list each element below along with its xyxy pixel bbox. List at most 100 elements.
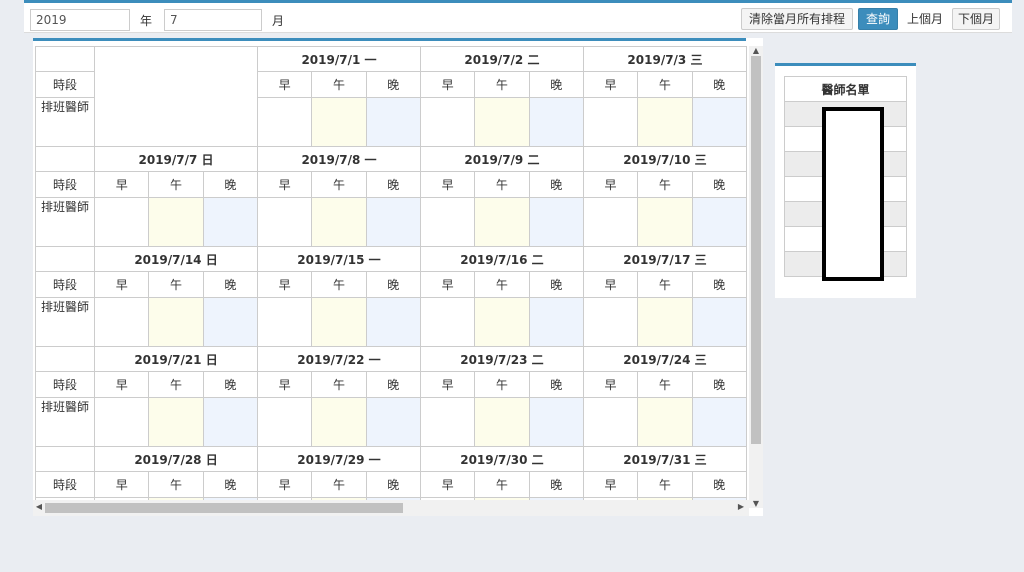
schedule-slot[interactable] bbox=[256, 197, 313, 247]
schedule-slot[interactable] bbox=[148, 197, 204, 247]
schedule-slot[interactable] bbox=[202, 397, 259, 447]
schedule-slot[interactable] bbox=[691, 197, 747, 247]
day-date-header: 2019/7/7 日 bbox=[94, 146, 258, 172]
schedule-slot[interactable] bbox=[148, 397, 204, 447]
clear-month-schedule-button[interactable]: 清除當月所有排程 bbox=[741, 8, 853, 30]
horizontal-scrollbar[interactable]: ◀ ▶ bbox=[33, 500, 749, 516]
schedule-slot[interactable] bbox=[528, 97, 584, 147]
schedule-slot[interactable] bbox=[256, 297, 313, 347]
schedule-slot[interactable] bbox=[474, 97, 530, 147]
shift-header: 午 bbox=[148, 171, 204, 198]
date-row: 2019/7/7 日 2019/7/8 一 2019/7/9 二 2019/7/10 … bbox=[35, 146, 747, 172]
doctor-list-panel: 醫師名單 bbox=[775, 63, 916, 298]
prev-month-button[interactable]: 上個月 bbox=[902, 8, 948, 30]
doctor-label: 排班醫師 bbox=[35, 97, 96, 147]
schedule-slot[interactable] bbox=[419, 97, 476, 147]
year-unit-label: 年 bbox=[140, 14, 153, 28]
year-input[interactable]: 2019 bbox=[30, 9, 130, 31]
doctor-label: 排班醫師 bbox=[35, 197, 96, 247]
schedule-slot[interactable] bbox=[311, 297, 367, 347]
shift-header: 早 bbox=[94, 271, 150, 298]
shift-header: 早 bbox=[582, 471, 639, 498]
shift-header: 早 bbox=[582, 371, 639, 398]
schedule-slot[interactable] bbox=[528, 197, 584, 247]
date-row: 2019/7/21 日 2019/7/22 一 2019/7/23 二 2019/7/… bbox=[35, 346, 747, 372]
shift-header: 早 bbox=[94, 471, 150, 498]
schedule-slot[interactable] bbox=[637, 397, 693, 447]
period-label: 時段 bbox=[35, 171, 96, 198]
shift-header: 早 bbox=[419, 271, 476, 298]
schedule-slot[interactable] bbox=[94, 397, 150, 447]
schedule-slot[interactable] bbox=[528, 297, 584, 347]
shift-header: 晚 bbox=[202, 471, 259, 498]
schedule-slot[interactable] bbox=[419, 397, 476, 447]
schedule-slot[interactable] bbox=[528, 397, 584, 447]
shift-row: 時段早午晚早午晚早午晚早午晚 bbox=[35, 271, 747, 298]
shift-header: 午 bbox=[311, 71, 367, 98]
scroll-right-icon[interactable]: ▶ bbox=[735, 502, 747, 511]
schedule-slot[interactable] bbox=[474, 197, 530, 247]
schedule-slot[interactable] bbox=[311, 397, 367, 447]
schedule-slot[interactable] bbox=[582, 97, 639, 147]
schedule-slot[interactable] bbox=[637, 97, 693, 147]
schedule-slot[interactable] bbox=[637, 197, 693, 247]
horizontal-scroll-thumb[interactable] bbox=[45, 503, 403, 513]
shift-header: 晚 bbox=[691, 71, 747, 98]
schedule-slot[interactable] bbox=[365, 397, 421, 447]
doctor-row: 排班醫師 bbox=[35, 397, 747, 447]
schedule-slot[interactable] bbox=[637, 297, 693, 347]
schedule-slot[interactable] bbox=[311, 97, 367, 147]
vertical-scroll-thumb[interactable] bbox=[751, 56, 761, 444]
schedule-slot[interactable] bbox=[691, 297, 747, 347]
period-label: 時段 bbox=[35, 271, 96, 298]
scroll-up-icon[interactable]: ▲ bbox=[749, 46, 763, 55]
panel-accent-line bbox=[33, 38, 746, 41]
schedule-slot[interactable] bbox=[202, 297, 259, 347]
shift-header: 午 bbox=[148, 471, 204, 498]
schedule-viewport: 2019/7/1 一 2019/7/2 二 2019/7/3 三時段早午晚早午晚早午… bbox=[35, 46, 747, 500]
schedule-slot[interactable] bbox=[582, 397, 639, 447]
day-date-header: 2019/7/3 三 bbox=[582, 46, 747, 72]
day-date-header: 2019/7/17 三 bbox=[582, 246, 747, 272]
schedule-slot[interactable] bbox=[691, 97, 747, 147]
schedule-slot[interactable] bbox=[256, 97, 313, 147]
day-date-header: 2019/7/9 二 bbox=[419, 146, 584, 172]
shift-header: 早 bbox=[582, 171, 639, 198]
shift-header: 晚 bbox=[691, 471, 747, 498]
month-unit-label: 月 bbox=[272, 14, 285, 28]
schedule-slot[interactable] bbox=[474, 297, 530, 347]
schedule-slot[interactable] bbox=[94, 197, 150, 247]
corner-cell bbox=[35, 146, 96, 172]
schedule-slot[interactable] bbox=[419, 297, 476, 347]
day-date-header: 2019/7/2 二 bbox=[419, 46, 584, 72]
schedule-slot[interactable] bbox=[365, 97, 421, 147]
schedule-slot[interactable] bbox=[148, 297, 204, 347]
shift-header: 早 bbox=[419, 471, 476, 498]
schedule-slot[interactable] bbox=[94, 297, 150, 347]
day-date-header: 2019/7/8 一 bbox=[257, 146, 421, 172]
next-month-button[interactable]: 下個月 bbox=[952, 8, 1000, 30]
schedule-slot[interactable] bbox=[365, 197, 421, 247]
vertical-scrollbar[interactable]: ▲ ▼ bbox=[749, 46, 763, 508]
scroll-left-icon[interactable]: ◀ bbox=[33, 502, 45, 511]
schedule-slot[interactable] bbox=[202, 197, 259, 247]
doctor-list-title: 醫師名單 bbox=[784, 76, 907, 102]
day-date-header: 2019/7/23 二 bbox=[419, 346, 584, 372]
query-button[interactable]: 查詢 bbox=[858, 8, 898, 30]
schedule-slot[interactable] bbox=[311, 197, 367, 247]
schedule-slot[interactable] bbox=[582, 197, 639, 247]
corner-cell bbox=[35, 446, 96, 472]
schedule-slot[interactable] bbox=[365, 297, 421, 347]
shift-header: 午 bbox=[637, 71, 693, 98]
shift-header: 早 bbox=[256, 171, 313, 198]
shift-header: 午 bbox=[637, 371, 693, 398]
scroll-down-icon[interactable]: ▼ bbox=[749, 499, 763, 508]
schedule-slot[interactable] bbox=[474, 397, 530, 447]
shift-header: 晚 bbox=[202, 171, 259, 198]
schedule-slot[interactable] bbox=[582, 297, 639, 347]
shift-header: 午 bbox=[474, 471, 530, 498]
month-input[interactable]: 7 bbox=[164, 9, 262, 31]
schedule-slot[interactable] bbox=[419, 197, 476, 247]
schedule-slot[interactable] bbox=[256, 397, 313, 447]
schedule-slot[interactable] bbox=[691, 397, 747, 447]
